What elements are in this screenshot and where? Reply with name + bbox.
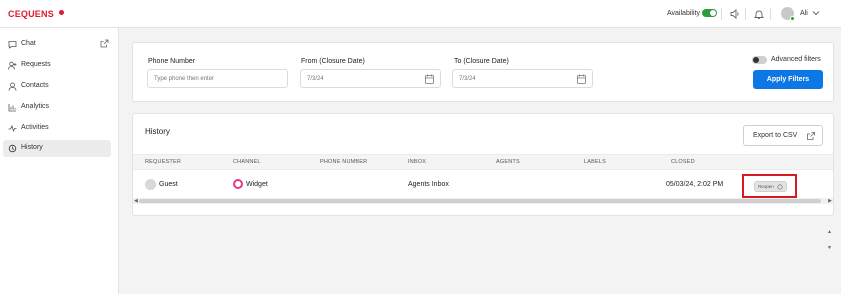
scroll-down-icon[interactable]: ▼	[827, 245, 832, 251]
separator	[745, 8, 746, 20]
channel-cell: Widget	[246, 181, 268, 188]
add-user-icon	[8, 61, 17, 70]
column-header: REQUESTER	[145, 159, 182, 165]
sidebar: Chat Requests Contacts Analytics Activit…	[0, 28, 119, 294]
horizontal-scrollbar[interactable]: ◀ ▶	[133, 198, 833, 204]
history-title: History	[145, 127, 170, 136]
pulse-icon	[8, 124, 17, 133]
scrollbar-thumb[interactable]	[139, 199, 821, 203]
logo-dot	[59, 10, 64, 15]
export-csv-label: Export to CSV	[753, 132, 798, 139]
availability-label: Availability	[667, 10, 700, 17]
to-date-value: 7/3/24	[459, 76, 476, 82]
open-external-icon[interactable]	[100, 39, 109, 48]
column-header: LABELS	[584, 159, 606, 165]
column-header: CLOSED	[671, 159, 695, 165]
highlight-box: Reopen	[742, 174, 797, 198]
column-header: AGENTS	[496, 159, 520, 165]
calendar-icon[interactable]	[577, 74, 586, 84]
closed-cell: 05/03/24, 2:02 PM	[666, 181, 724, 188]
to-date-label: To (Closure Date)	[454, 58, 509, 65]
from-date-value: 7/3/24	[307, 76, 324, 82]
top-bar: CEQUENS Availability Ali	[0, 0, 841, 28]
phone-number-placeholder: Type phone then enter	[154, 76, 215, 82]
open-external-icon	[807, 132, 815, 140]
separator	[721, 8, 722, 20]
sidebar-item-analytics[interactable]: Analytics	[3, 99, 111, 116]
column-header: CHANNEL	[233, 159, 261, 165]
advanced-filters-toggle[interactable]	[752, 56, 767, 64]
sidebar-item-label: Analytics	[21, 103, 50, 110]
logo: CEQUENS	[8, 9, 54, 19]
filters-panel: Phone Number Type phone then enter From …	[132, 42, 834, 102]
speaker-icon[interactable]	[729, 8, 741, 20]
chevron-down-icon[interactable]	[812, 10, 820, 16]
separator	[770, 8, 771, 20]
reopen-button[interactable]: Reopen	[754, 181, 787, 192]
history-panel: History Export to CSV REQUESTER CHANNEL …	[132, 113, 834, 251]
advanced-filters-label: Advanced filters	[771, 56, 821, 63]
sidebar-item-label: Activities	[21, 124, 49, 131]
column-header: INBOX	[408, 159, 427, 165]
calendar-icon[interactable]	[425, 74, 434, 84]
chat-bubble-icon	[8, 41, 17, 49]
sidebar-item-history[interactable]: History	[3, 140, 111, 157]
export-csv-button[interactable]: Export to CSV	[743, 125, 823, 146]
table-header: REQUESTER CHANNEL PHONE NUMBER INBOX AGE…	[133, 154, 833, 170]
username[interactable]: Ali	[800, 10, 808, 17]
bell-icon[interactable]	[753, 8, 765, 20]
sidebar-item-contacts[interactable]: Contacts	[3, 78, 111, 95]
sidebar-item-label: Chat	[21, 40, 36, 47]
history-icon	[8, 144, 17, 153]
scroll-right-icon[interactable]: ▶	[828, 198, 832, 204]
reopen-icon	[777, 184, 783, 190]
column-header: PHONE NUMBER	[320, 159, 368, 165]
vertical-scrollbar[interactable]: ▲ ▼	[826, 228, 832, 255]
availability-toggle[interactable]	[702, 9, 717, 17]
inbox-cell: Agents Inbox	[408, 181, 449, 188]
contacts-icon	[8, 82, 17, 91]
guest-avatar-icon	[145, 179, 156, 190]
table-row[interactable]: Guest Widget Agents Inbox 05/03/24, 2:02…	[133, 171, 833, 251]
phone-number-input[interactable]: Type phone then enter	[147, 69, 288, 88]
sidebar-item-requests[interactable]: Requests	[3, 57, 111, 74]
apply-filters-button[interactable]: Apply Filters	[753, 70, 823, 89]
scroll-up-icon[interactable]: ▲	[827, 229, 832, 235]
reopen-label: Reopen	[758, 184, 774, 189]
widget-channel-icon	[233, 179, 243, 189]
from-date-label: From (Closure Date)	[301, 58, 365, 65]
bar-chart-icon	[8, 104, 16, 112]
sidebar-item-label: History	[21, 144, 43, 151]
to-date-input[interactable]: 7/3/24	[452, 69, 593, 88]
sidebar-item-chat[interactable]: Chat	[3, 36, 111, 53]
scroll-left-icon[interactable]: ◀	[134, 198, 138, 204]
sidebar-item-label: Requests	[21, 61, 51, 68]
phone-number-label: Phone Number	[148, 58, 196, 65]
sidebar-item-label: Contacts	[21, 82, 49, 89]
online-status-dot	[790, 16, 795, 21]
sidebar-item-activities[interactable]: Activities	[3, 120, 111, 137]
requester-cell: Guest	[159, 181, 178, 188]
from-date-input[interactable]: 7/3/24	[300, 69, 441, 88]
